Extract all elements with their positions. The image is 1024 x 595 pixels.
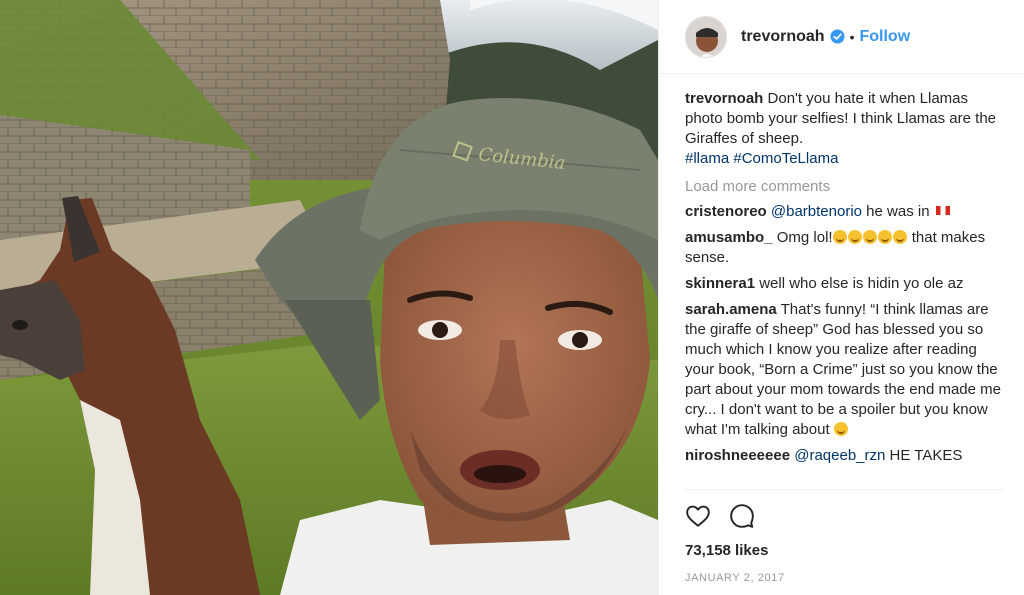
comment-item: skinnera1 well who else is hidin yo ole … bbox=[685, 274, 1003, 294]
peru-flag-icon bbox=[935, 206, 950, 215]
comment-mention[interactable]: @raqeeb_rzn bbox=[794, 447, 885, 464]
comment-text: well who else is hidin yo ole az bbox=[759, 275, 964, 292]
comment-item: niroshneeeeee @raqeeb_rzn HE TAKES bbox=[685, 446, 1003, 466]
smiling-emoji-icon bbox=[833, 422, 848, 436]
post-date[interactable]: JANUARY 2, 2017 bbox=[685, 572, 1003, 584]
action-bar bbox=[685, 490, 1003, 529]
separator-dot: • bbox=[849, 28, 855, 45]
load-more-comments-button[interactable]: Load more comments bbox=[685, 177, 1003, 197]
laughing-emoji-icon bbox=[832, 230, 847, 244]
laughing-emoji-icon bbox=[862, 230, 877, 244]
hashtag-link[interactable]: #llama bbox=[685, 150, 729, 167]
comment-text: Omg lol! bbox=[776, 229, 833, 246]
comment-text: he was in bbox=[866, 203, 930, 220]
comment-username[interactable]: amusambo_ bbox=[685, 229, 773, 246]
laughing-emoji-icon bbox=[892, 230, 907, 244]
selfie-with-llama-image: Columbia bbox=[0, 0, 658, 595]
comment-username[interactable]: skinnera1 bbox=[685, 275, 755, 292]
comment-item: amusambo_ Omg lol! that makes sense. bbox=[685, 228, 1003, 268]
comment-bubble-icon[interactable] bbox=[729, 503, 755, 529]
laughing-emoji-icon bbox=[877, 230, 892, 244]
post-caption: trevornoah Don't you hate it when Llamas… bbox=[685, 89, 1003, 169]
comment-item: sarah.amena That's funny! “I think llama… bbox=[685, 300, 1003, 440]
avatar-image bbox=[686, 16, 726, 57]
avatar[interactable] bbox=[685, 15, 727, 58]
post-header: trevornoah • Follow bbox=[659, 0, 1024, 74]
comment-mention[interactable]: @barbtenorio bbox=[771, 203, 862, 220]
post-actions-section: 73,158 likes JANUARY 2, 2017 bbox=[685, 489, 1003, 584]
post-photo[interactable]: Columbia bbox=[0, 0, 658, 595]
comment-username[interactable]: niroshneeeeee bbox=[685, 447, 790, 464]
comment-item: cristenoreo @barbtenorio he was in bbox=[685, 202, 1003, 222]
comment-text: That's funny! “I think llamas are the gi… bbox=[685, 301, 1001, 438]
comment-text: HE TAKES bbox=[889, 447, 963, 464]
post-details-panel: trevornoah • Follow trevornoah Don't you… bbox=[658, 0, 1024, 595]
hashtag-link[interactable]: #ComoTeLlama bbox=[733, 150, 838, 167]
comment-username[interactable]: cristenoreo bbox=[685, 203, 767, 220]
caption-username[interactable]: trevornoah bbox=[685, 90, 763, 107]
likes-count[interactable]: 73,158 likes bbox=[685, 542, 1003, 559]
follow-button[interactable]: Follow bbox=[859, 28, 910, 46]
comments-section: trevornoah Don't you hate it when Llamas… bbox=[685, 89, 1003, 472]
heart-icon[interactable] bbox=[685, 503, 711, 529]
instagram-post: Columbia trevornoah • Follow trevornoah … bbox=[0, 0, 1024, 595]
laughing-emoji-icon bbox=[847, 230, 862, 244]
header-username[interactable]: trevornoah bbox=[741, 28, 825, 46]
comment-username[interactable]: sarah.amena bbox=[685, 301, 777, 318]
verified-badge-icon bbox=[830, 29, 845, 44]
